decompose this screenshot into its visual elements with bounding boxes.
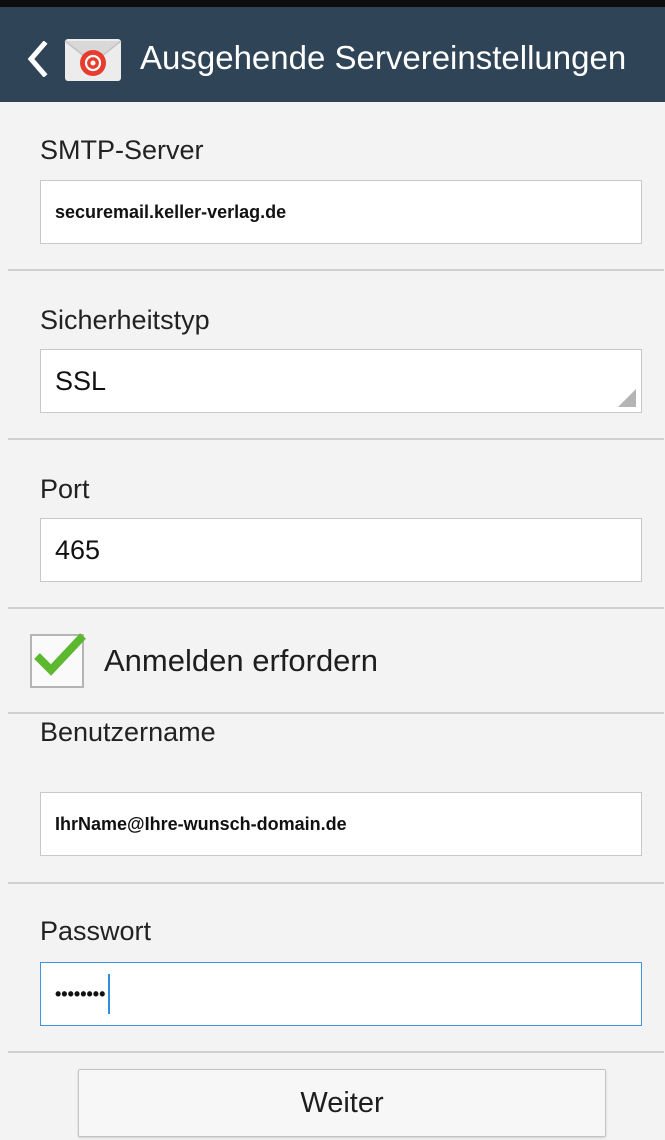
divider: [8, 712, 664, 714]
username-label: Benutzername: [40, 717, 216, 747]
checkmark-icon: [34, 633, 86, 676]
dropdown-triangle-icon: [618, 389, 636, 407]
next-button[interactable]: Weiter: [78, 1069, 606, 1137]
port-value: 465: [55, 534, 101, 565]
divider: [8, 882, 664, 884]
security-type-select[interactable]: SSL: [40, 349, 642, 413]
password-value: ••••••••: [55, 983, 106, 1004]
text-cursor: [108, 974, 111, 1014]
port-input[interactable]: 465: [40, 518, 642, 582]
page-title: Ausgehende Servereinstellungen: [140, 39, 627, 76]
divider: [8, 607, 664, 609]
chevron-left-icon[interactable]: [26, 41, 48, 77]
email-app-icon: [64, 39, 122, 81]
smtp-server-input[interactable]: securemail.keller-verlag.de: [40, 180, 642, 244]
password-input[interactable]: ••••••••: [40, 962, 642, 1026]
require-login-checkbox[interactable]: [30, 633, 86, 688]
smtp-server-value: securemail.keller-verlag.de: [55, 201, 287, 222]
password-label: Passwort: [40, 916, 152, 946]
divider: [8, 1051, 664, 1053]
username-value: IhrName@Ihre-wunsch-domain.de: [55, 813, 347, 834]
divider: [8, 269, 664, 271]
username-input[interactable]: IhrName@Ihre-wunsch-domain.de: [40, 792, 642, 856]
security-type-value: SSL: [55, 365, 107, 396]
smtp-server-label: SMTP-Server: [40, 135, 204, 165]
security-type-label: Sicherheitstyp: [40, 305, 210, 335]
divider: [8, 438, 664, 440]
port-label: Port: [40, 474, 90, 504]
action-bar: Ausgehende Servereinstellungen: [0, 0, 665, 102]
require-login-label[interactable]: Anmelden erfordern: [104, 642, 378, 680]
